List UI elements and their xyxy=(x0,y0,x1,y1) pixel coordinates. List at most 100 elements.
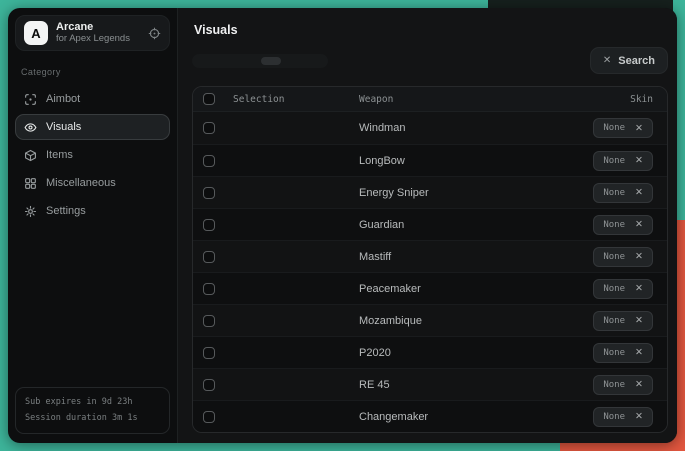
weapon-name: Windman xyxy=(359,122,585,134)
weapon-name: Changemaker xyxy=(359,411,585,423)
table-body: Windman None ✕ LongBow None ✕ xyxy=(193,112,667,432)
search-button[interactable]: ✕ Search xyxy=(590,47,668,74)
skin-value: None xyxy=(603,348,625,358)
weapon-row-mastiff: Mastiff None ✕ xyxy=(193,240,667,272)
skin-badge[interactable]: None ✕ xyxy=(593,407,653,427)
tab-bar xyxy=(192,54,328,68)
skin-badge[interactable]: None ✕ xyxy=(593,183,653,203)
skin-value: None xyxy=(603,284,625,294)
skin-badge[interactable]: None ✕ xyxy=(593,279,653,299)
page-title: Visuals xyxy=(194,23,668,37)
target-icon[interactable] xyxy=(148,27,161,40)
skin-badge[interactable]: None ✕ xyxy=(593,375,653,395)
row-checkbox[interactable] xyxy=(203,219,215,231)
skin-badge[interactable]: None ✕ xyxy=(593,151,653,171)
weapon-row-p2020: P2020 None ✕ xyxy=(193,336,667,368)
tab-radar[interactable] xyxy=(217,57,237,65)
skin-table: Selection Weapon Skin Windman None ✕ xyxy=(192,86,668,433)
skin-badge[interactable]: None ✕ xyxy=(593,343,653,363)
box-icon xyxy=(24,149,37,162)
sidebar-item-items[interactable]: Items xyxy=(15,142,170,168)
sidebar: A Arcane for Apex Legends Category Aimbo… xyxy=(8,8,177,443)
weapon-name: Mozambique xyxy=(359,315,585,327)
weapon-name: P2020 xyxy=(359,347,585,359)
weapon-name: Peacemaker xyxy=(359,283,585,295)
row-checkbox[interactable] xyxy=(203,347,215,359)
skin-value: None xyxy=(603,316,625,326)
category-label: Category xyxy=(21,67,164,77)
clear-skin-icon[interactable]: ✕ xyxy=(635,251,643,262)
skin-value: None xyxy=(603,252,625,262)
app-subtitle: for Apex Legends xyxy=(56,34,140,45)
weapon-row-guardian: Guardian None ✕ xyxy=(193,208,667,240)
skin-badge[interactable]: None ✕ xyxy=(593,247,653,267)
header-selection: Selection xyxy=(233,94,351,105)
weapon-name: Energy Sniper xyxy=(359,187,585,199)
scan-icon xyxy=(24,93,37,106)
row-checkbox[interactable] xyxy=(203,315,215,327)
sidebar-item-aimbot[interactable]: Aimbot xyxy=(15,86,170,112)
clear-skin-icon[interactable]: ✕ xyxy=(635,219,643,230)
skin-value: None xyxy=(603,156,625,166)
weapon-row-windman: Windman None ✕ xyxy=(193,112,667,144)
select-all-checkbox[interactable] xyxy=(203,93,215,105)
tab-players[interactable] xyxy=(195,57,215,65)
header-skin: Skin xyxy=(630,94,653,105)
row-checkbox[interactable] xyxy=(203,379,215,391)
weapon-row-changemaker: Changemaker None ✕ xyxy=(193,400,667,432)
toolbar: ✕ Search xyxy=(192,47,668,74)
row-checkbox[interactable] xyxy=(203,155,215,167)
clear-skin-icon[interactable]: ✕ xyxy=(635,155,643,166)
clear-skin-icon[interactable]: ✕ xyxy=(635,315,643,326)
row-checkbox[interactable] xyxy=(203,283,215,295)
clear-skin-icon[interactable]: ✕ xyxy=(635,411,643,422)
clear-skin-icon[interactable]: ✕ xyxy=(635,379,643,390)
row-checkbox[interactable] xyxy=(203,251,215,263)
sidebar-item-visuals[interactable]: Visuals xyxy=(15,114,170,140)
eye-icon xyxy=(24,121,37,134)
app-logo: A xyxy=(24,21,48,45)
clear-skin-icon[interactable]: ✕ xyxy=(635,187,643,198)
skin-value: None xyxy=(603,380,625,390)
clear-skin-icon[interactable]: ✕ xyxy=(635,347,643,358)
weapon-row-re-45: RE 45 None ✕ xyxy=(193,368,667,400)
weapon-row-peacemaker: Peacemaker None ✕ xyxy=(193,272,667,304)
skin-value: None xyxy=(603,220,625,230)
weapon-row-energy-sniper: Energy Sniper None ✕ xyxy=(193,176,667,208)
row-checkbox[interactable] xyxy=(203,411,215,423)
row-checkbox[interactable] xyxy=(203,187,215,199)
sub-expiry: Sub expires in 9d 23h xyxy=(25,395,160,410)
session-duration: Session duration 3m 1s xyxy=(25,411,160,426)
subscription-card: Sub expires in 9d 23h Session duration 3… xyxy=(15,387,170,434)
skin-value: None xyxy=(603,123,625,133)
gear-icon xyxy=(24,205,37,218)
skin-badge[interactable]: None ✕ xyxy=(593,215,653,235)
clear-skin-icon[interactable]: ✕ xyxy=(635,123,643,134)
main-panel: Visuals ✕ Search Selection Weapon Skin xyxy=(177,8,677,443)
sidebar-item-settings[interactable]: Settings xyxy=(15,198,170,224)
search-label: Search xyxy=(618,55,655,67)
clear-skin-icon[interactable]: ✕ xyxy=(635,283,643,294)
weapon-name: Guardian xyxy=(359,219,585,231)
weapon-row-mozambique: Mozambique None ✕ xyxy=(193,304,667,336)
skin-value: None xyxy=(603,412,625,422)
app-title: Arcane xyxy=(56,21,140,34)
header-weapon: Weapon xyxy=(359,94,622,105)
x-icon: ✕ xyxy=(603,55,611,66)
row-checkbox[interactable] xyxy=(203,122,215,134)
weapon-name: RE 45 xyxy=(359,379,585,391)
tab-offscreen[interactable] xyxy=(239,57,259,65)
weapon-row-longbow: LongBow None ✕ xyxy=(193,144,667,176)
table-header: Selection Weapon Skin xyxy=(193,87,667,112)
skin-badge[interactable]: None ✕ xyxy=(593,311,653,331)
tab-skin-changer[interactable] xyxy=(261,57,281,65)
weapon-name: LongBow xyxy=(359,155,585,167)
skin-badge[interactable]: None ✕ xyxy=(593,118,653,138)
tab-highlight[interactable] xyxy=(305,57,325,65)
sidebar-item-miscellaneous[interactable]: Miscellaneous xyxy=(15,170,170,196)
app-window: A Arcane for Apex Legends Category Aimbo… xyxy=(8,8,677,443)
grid-icon xyxy=(24,177,37,190)
tab-crosshair[interactable] xyxy=(283,57,303,65)
weapon-name: Mastiff xyxy=(359,251,585,263)
brand-card: A Arcane for Apex Legends xyxy=(15,15,170,51)
